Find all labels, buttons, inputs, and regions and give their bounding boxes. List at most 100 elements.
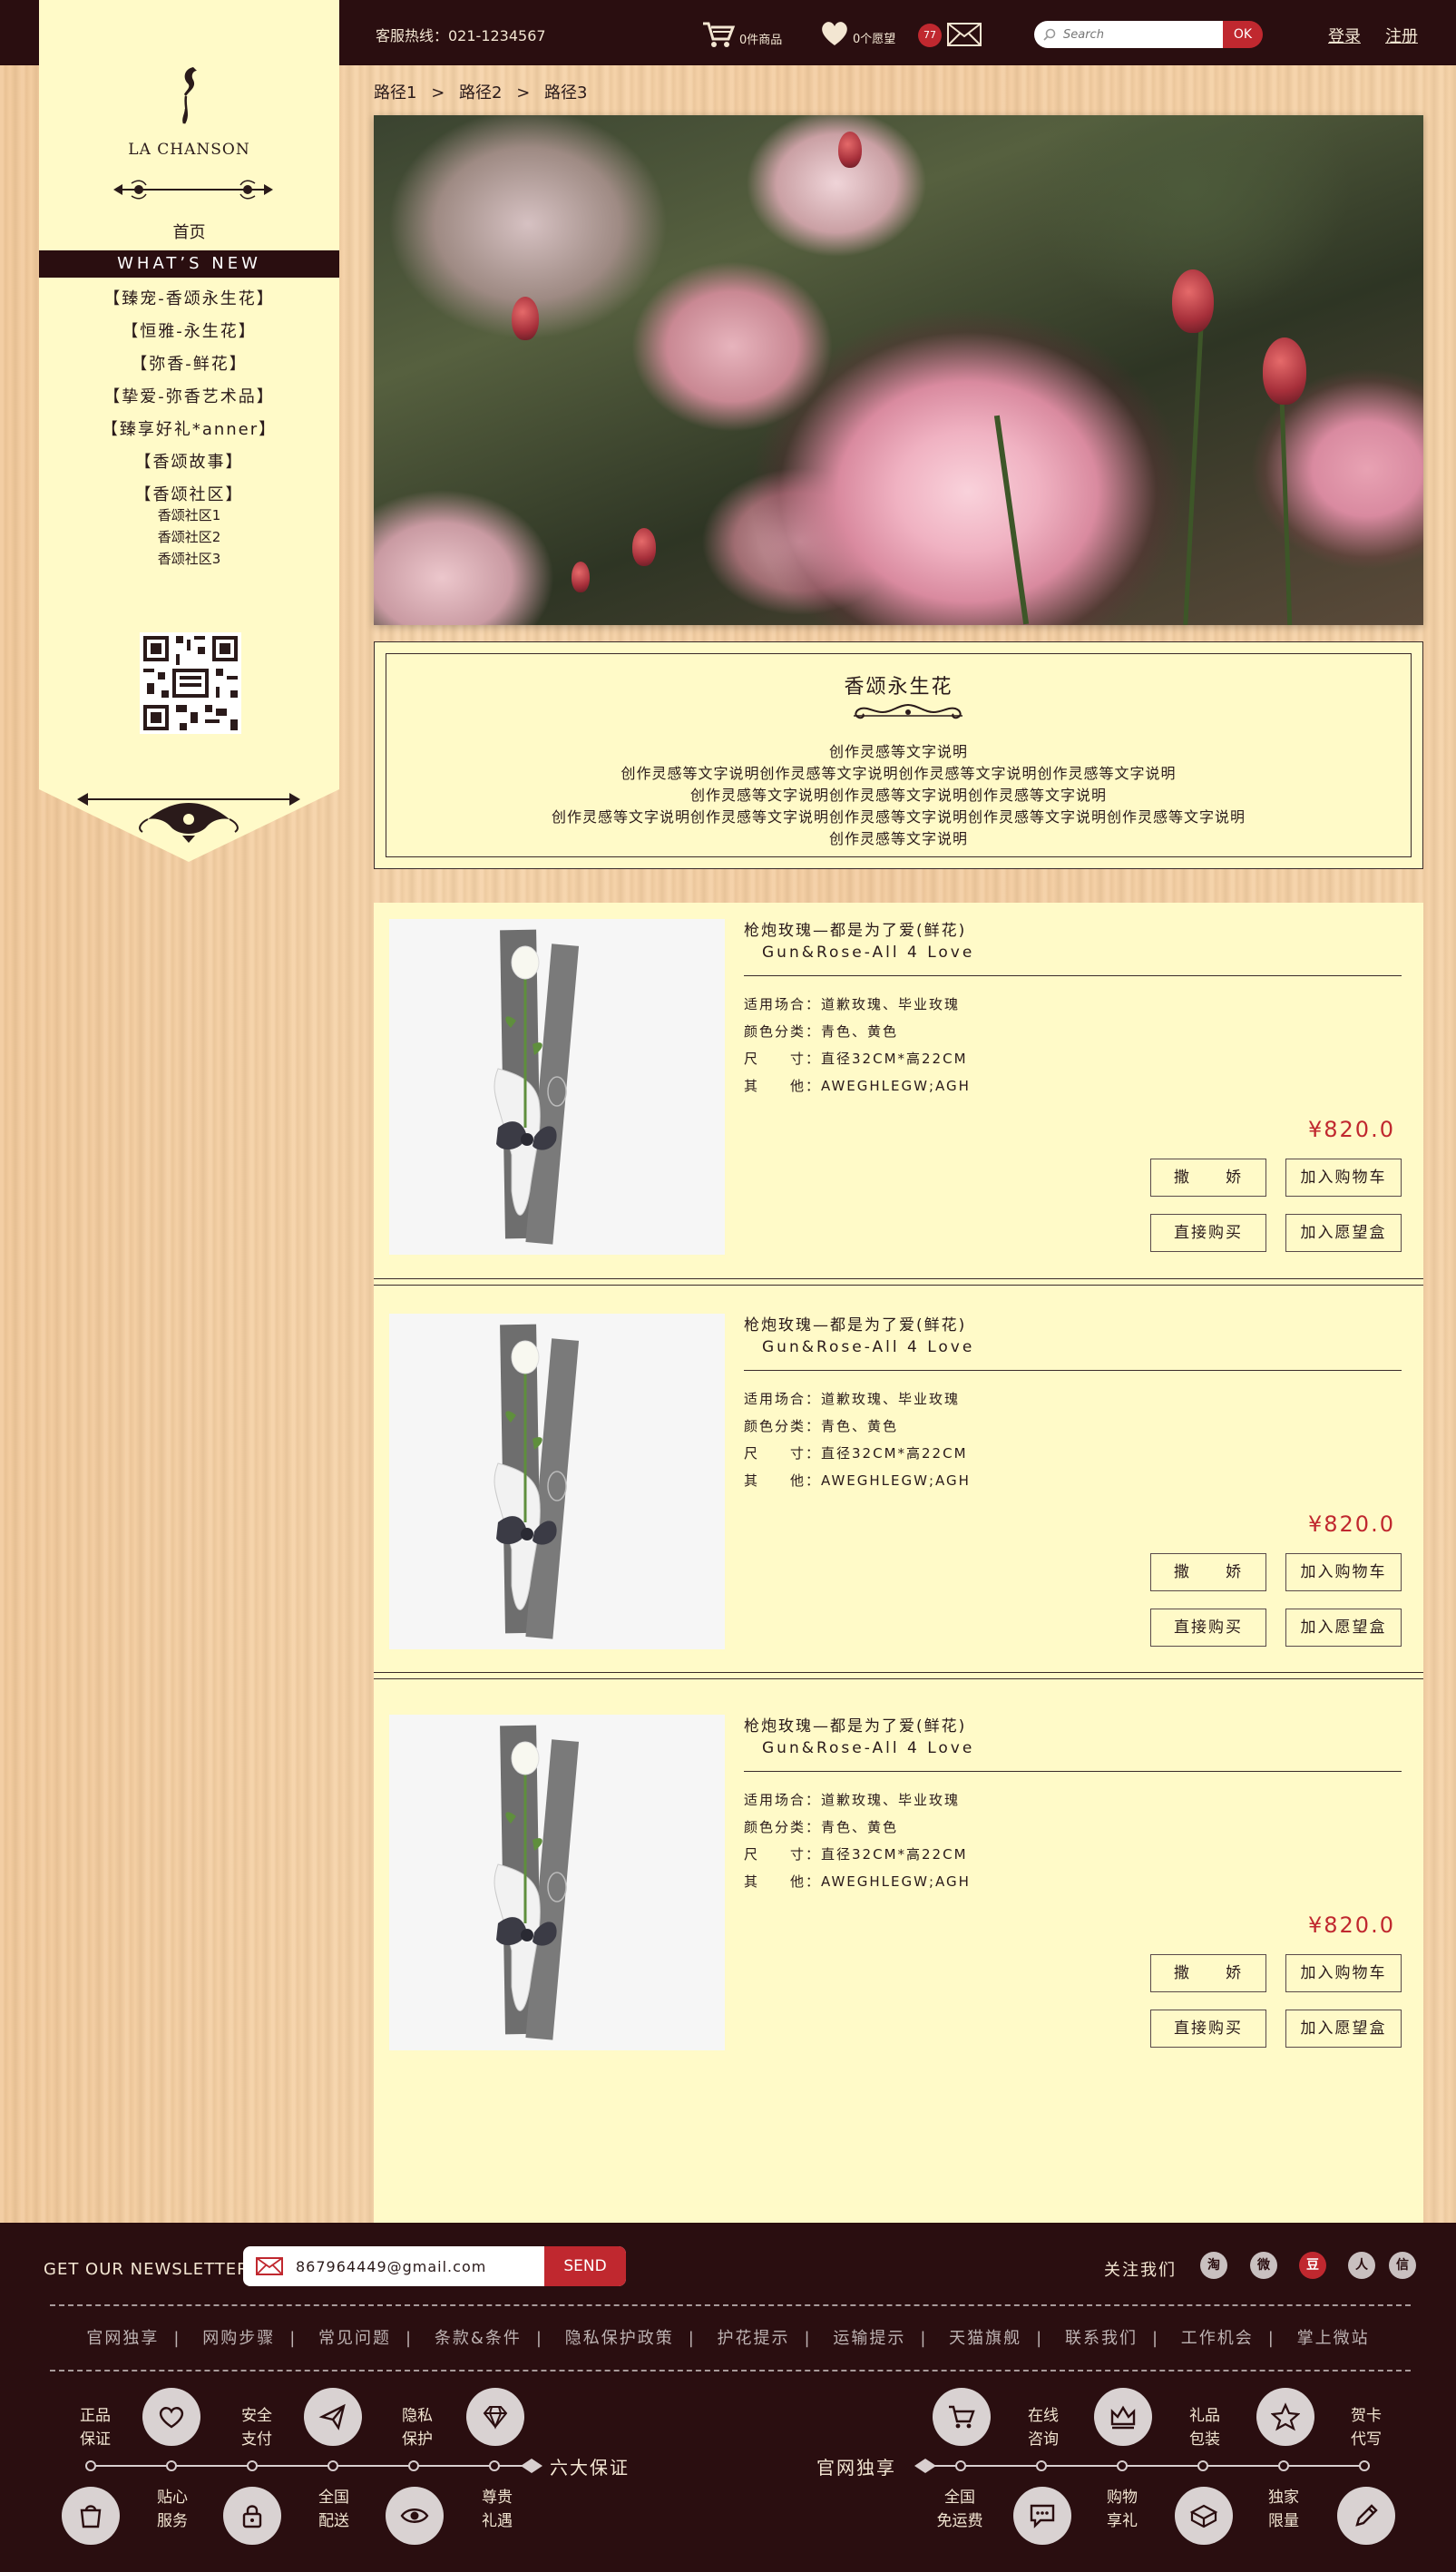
- nav-home[interactable]: 首页: [39, 220, 339, 243]
- search-bar: OK: [1034, 21, 1266, 48]
- newsletter-send-button[interactable]: SEND: [544, 2246, 626, 2286]
- collection-intro: 香颂永生花 创作灵感等文字说明 创作灵感等文字说明创作灵感等文字说明创作灵感等文…: [374, 641, 1423, 869]
- breadcrumb-item[interactable]: 路径1: [374, 83, 416, 103]
- footer-links: 官网独享 | 网购步骤 | 常见问题 | 条款&条件 | 隐私保护政策 | 护花提示 | 运…: [0, 2325, 1456, 2349]
- add-to-cart-button[interactable]: 加入购物车: [1285, 1159, 1402, 1197]
- product-name[interactable]: 枪炮玫瑰—都是为了爱(鲜花): [744, 1713, 966, 1736]
- breadcrumb-item[interactable]: 路径2: [459, 83, 502, 103]
- guarantee-label: 贴心 服务: [157, 2489, 188, 2530]
- intro-inner-frame: 香颂永生花 创作灵感等文字说明 创作灵感等文字说明创作灵感等文字说明创作灵感等文…: [386, 653, 1412, 857]
- timeline-dot: [1359, 2460, 1370, 2471]
- buy-now-button[interactable]: 直接购买: [1150, 1214, 1266, 1252]
- footer-dashed-rule: [50, 2370, 1411, 2372]
- nav-item[interactable]: 【香颂故事】: [39, 449, 339, 473]
- star-icon: [1256, 2388, 1314, 2446]
- nav-sub-item[interactable]: 香颂社区2: [39, 527, 339, 546]
- add-to-cart-button[interactable]: 加入购物车: [1285, 1553, 1402, 1591]
- nav-sub-item[interactable]: 香颂社区1: [39, 505, 339, 524]
- intro-line: 创作灵感等文字说明创作灵感等文字说明创作灵感等文字说明: [689, 787, 1107, 804]
- nav-item[interactable]: 【恒雅-永生花】: [39, 318, 339, 342]
- footer-link[interactable]: 运输提示: [833, 2329, 905, 2348]
- brand-logo[interactable]: [175, 64, 202, 127]
- nav-item[interactable]: 【臻享好礼*anner】: [39, 416, 339, 440]
- timeline-dot: [955, 2460, 966, 2471]
- nav-sub-item[interactable]: 香颂社区3: [39, 549, 339, 568]
- cart-icon: [703, 22, 736, 47]
- footer-link[interactable]: 联系我们: [1065, 2329, 1138, 2348]
- weibo-icon[interactable]: 微: [1250, 2252, 1277, 2279]
- login-link[interactable]: 登录: [1328, 24, 1361, 47]
- link-separator: |: [804, 2329, 812, 2348]
- spoil-button[interactable]: 撒 娇: [1150, 1954, 1266, 1992]
- product-list: 枪炮玫瑰—都是为了爱(鲜花) Gun&Rose-All 4 Love 适用场合：…: [374, 903, 1423, 2223]
- product-size: 尺 寸：直径32CM*高22CM: [744, 1844, 968, 1863]
- ornament-divider: [113, 180, 273, 200]
- newsletter-label: GET OUR NEWSLETTER: [44, 2260, 249, 2279]
- footer-link[interactable]: 工作机会: [1181, 2329, 1254, 2348]
- product-rule: [744, 975, 1402, 976]
- intro-title: 香颂永生花: [844, 676, 953, 699]
- newsletter-email-input[interactable]: [296, 2255, 523, 2277]
- product-size-label: 尺 寸：: [744, 1445, 822, 1462]
- footer-link[interactable]: 网购步骤: [202, 2329, 275, 2348]
- link-separator: |: [1036, 2329, 1044, 2348]
- product-image[interactable]: [389, 1314, 725, 1649]
- brand-name: LA CHANSON: [128, 141, 250, 159]
- add-to-wishbox-button[interactable]: 加入愿望盒: [1285, 1609, 1402, 1647]
- product-name-en: Gun&Rose-All 4 Love: [762, 944, 975, 962]
- breadcrumb-item[interactable]: 路径3: [544, 83, 587, 103]
- mail-icon[interactable]: [947, 23, 982, 50]
- spoil-button[interactable]: 撒 娇: [1150, 1553, 1266, 1591]
- nav-item[interactable]: 【挚爱-弥香艺术品】: [39, 384, 339, 407]
- product-color: 颜色分类：青色、黄色: [744, 1023, 899, 1040]
- footer-link[interactable]: 护花提示: [718, 2329, 790, 2348]
- arrow-left-icon: [914, 2459, 936, 2473]
- product-size: 尺 寸：直径32CM*高22CM: [744, 1443, 968, 1462]
- register-link[interactable]: 注册: [1385, 24, 1418, 47]
- product-size-value: 直径32CM*高22CM: [821, 1051, 968, 1067]
- footer-link[interactable]: 天猫旗舰: [949, 2329, 1021, 2348]
- product-image[interactable]: [389, 919, 725, 1255]
- nav-whats-new[interactable]: WHAT’S NEW: [39, 250, 339, 278]
- buy-now-button[interactable]: 直接购买: [1150, 2010, 1266, 2048]
- footer-link[interactable]: 隐私保护政策: [565, 2329, 674, 2348]
- wish-count: 0个愿望: [853, 32, 896, 46]
- product-occasion: 适用场合：道歉玫瑰、毕业玫瑰: [744, 1391, 961, 1407]
- product-name[interactable]: 枪炮玫瑰—都是为了爱(鲜花): [744, 917, 966, 940]
- footer-link[interactable]: 条款&条件: [435, 2329, 522, 2348]
- wechat-icon[interactable]: 信: [1389, 2252, 1416, 2279]
- add-to-wishbox-button[interactable]: 加入愿望盒: [1285, 2010, 1402, 2048]
- service-hotline: 客服热线：021-1234567: [376, 27, 546, 44]
- product-divider: [374, 1672, 1423, 1679]
- add-to-wishbox-button[interactable]: 加入愿望盒: [1285, 1214, 1402, 1252]
- product-name[interactable]: 枪炮玫瑰—都是为了爱(鲜花): [744, 1312, 966, 1335]
- product-other-value: AWEGHLEGW;AGH: [821, 1472, 971, 1489]
- douban-icon[interactable]: 豆: [1299, 2252, 1326, 2279]
- intro-line: 创作灵感等文字说明创作灵感等文字说明创作灵感等文字说明创作灵感等文字说明: [621, 765, 1177, 782]
- nav-item[interactable]: 【香颂社区】: [39, 482, 339, 505]
- buy-now-button[interactable]: 直接购买: [1150, 1609, 1266, 1647]
- wishlist-button[interactable]: 0个愿望: [820, 20, 895, 47]
- product-image[interactable]: [389, 1715, 725, 2050]
- footer-link[interactable]: 掌上微站: [1297, 2329, 1370, 2348]
- spoil-button[interactable]: 撒 娇: [1150, 1159, 1266, 1197]
- intro-line: 创作灵感等文字说明: [828, 743, 968, 760]
- search-input[interactable]: [1063, 25, 1217, 44]
- footer-link[interactable]: 常见问题: [318, 2329, 391, 2348]
- renren-icon[interactable]: 人: [1348, 2252, 1375, 2279]
- lock-icon: [223, 2487, 281, 2545]
- nav-item[interactable]: 【弥香-鲜花】: [39, 351, 339, 375]
- cart-button[interactable]: 0件商品: [701, 20, 782, 49]
- guarantee-timeline-right: [933, 2465, 1368, 2467]
- product-card: 枪炮玫瑰—都是为了爱(鲜花) Gun&Rose-All 4 Love 适用场合：…: [374, 1297, 1423, 1678]
- nav-item[interactable]: 【臻宠-香颂永生花】: [39, 286, 339, 309]
- exclusive-label: 购物 享礼: [1107, 2489, 1138, 2530]
- search-button[interactable]: OK: [1223, 21, 1263, 48]
- footer-link[interactable]: 官网独享: [86, 2329, 159, 2348]
- product-size: 尺 寸：直径32CM*高22CM: [744, 1049, 968, 1068]
- add-to-cart-button[interactable]: 加入购物车: [1285, 1954, 1402, 1992]
- taobao-icon[interactable]: 淘: [1200, 2252, 1227, 2279]
- crown-icon: [1094, 2388, 1152, 2446]
- product-card: 枪炮玫瑰—都是为了爱(鲜花) Gun&Rose-All 4 Love 适用场合：…: [374, 1698, 1423, 2079]
- product-price: ¥820.0: [1308, 1117, 1395, 1142]
